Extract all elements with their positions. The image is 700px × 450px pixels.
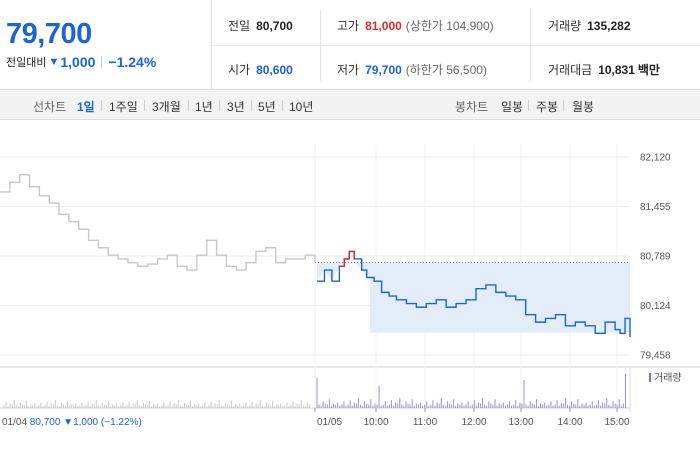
below-reference-fill bbox=[370, 262, 630, 333]
chart-period-tabbar: 선차트 1일 1주일 3개월 1년 3년 5년 10년 봉차트 일봉 주봉 월봉 bbox=[0, 90, 700, 120]
x-tick-label: 12:00 bbox=[461, 417, 486, 428]
volume-legend-swatch bbox=[649, 373, 651, 382]
change-label: 전일대비 bbox=[6, 57, 47, 69]
stat-label: 고가 bbox=[337, 19, 360, 33]
stat-value: 135,282 bbox=[587, 19, 631, 33]
current-price: 79,700 bbox=[6, 18, 92, 50]
volume-legend: 거래량 bbox=[649, 372, 682, 384]
stat-value: 81,000 bbox=[365, 19, 402, 33]
stat-label: 거래량 bbox=[548, 19, 582, 33]
tab-3months[interactable]: 3개월 bbox=[152, 98, 181, 115]
candle-chart-label: 봉차트 bbox=[455, 100, 489, 114]
tab-1day[interactable]: 1일 bbox=[77, 98, 95, 115]
quote-header: 79,700 전일대비 ▼ 1,000 −1.24% 전일 80,700 고가 … bbox=[0, 0, 700, 90]
x-tick-label: 15:00 bbox=[604, 417, 629, 428]
stat-label: 저가 bbox=[337, 63, 360, 77]
tab-divider bbox=[144, 100, 145, 111]
change-value: 1,000 bbox=[60, 54, 96, 70]
y-tick-label: 82,120 bbox=[640, 153, 671, 164]
stat-value: 80,600 bbox=[256, 63, 293, 77]
y-tick-label: 79,458 bbox=[640, 351, 671, 362]
x-tick-label: 13:00 bbox=[508, 417, 533, 428]
stat-low: 저가 79,700 (하한가 56,500) bbox=[337, 61, 487, 78]
stat-value: 80,700 bbox=[256, 19, 293, 33]
current-price-box: 79,700 전일대비 ▼ 1,000 −1.24% bbox=[0, 0, 212, 90]
tab-divider bbox=[101, 100, 102, 111]
x-tick-label: 01/05 bbox=[317, 417, 342, 428]
y-axis-ticks: 82,120 81,455 80,789 80,124 79,458 bbox=[640, 153, 671, 362]
x-tick-label: 10:00 bbox=[363, 417, 388, 428]
tab-3years[interactable]: 3년 bbox=[227, 98, 245, 115]
x-tick-label: 11:00 bbox=[413, 417, 438, 428]
stat-label: 시가 bbox=[228, 63, 251, 77]
tab-monthly-candle[interactable]: 월봉 bbox=[572, 98, 594, 115]
tab-divider bbox=[563, 100, 564, 111]
tab-divider bbox=[219, 100, 220, 111]
change-percent: −1.24% bbox=[108, 54, 157, 70]
stat-unit: 백만 bbox=[637, 63, 660, 77]
change-divider bbox=[101, 56, 103, 68]
prev-day-percent: (−1.22%) bbox=[98, 417, 142, 428]
intraday-price-chart[interactable]: 82,120 81,455 80,789 80,124 79,458 01/05 10:0… bbox=[0, 120, 700, 450]
x-tick-label: 14:00 bbox=[557, 417, 582, 428]
stat-open: 시가 80,600 bbox=[228, 61, 293, 78]
tab-divider bbox=[251, 100, 252, 111]
tab-divider bbox=[282, 100, 283, 111]
x-axis-ticks: 01/05 10:00 11:00 12:00 13:00 14:00 15:00 bbox=[314, 408, 630, 428]
y-tick-label: 80,124 bbox=[640, 301, 671, 312]
prev-day-change: 1,000 bbox=[73, 417, 98, 428]
prev-day-summary: 01/04 80,700 ▼1,000 (−1.22%) bbox=[2, 417, 142, 428]
tab-1week[interactable]: 1주일 bbox=[109, 98, 138, 115]
stat-lower-limit: (하한가 56,500) bbox=[405, 63, 487, 77]
tab-5years[interactable]: 5년 bbox=[258, 98, 276, 115]
stat-row-divider bbox=[212, 45, 700, 46]
stat-upper-limit: (상한가 104,900) bbox=[405, 19, 494, 33]
stat-volume: 거래량 135,282 bbox=[548, 17, 631, 34]
volume-legend-label: 거래량 bbox=[654, 372, 682, 384]
stat-label: 거래대금 bbox=[548, 63, 593, 77]
y-tick-label: 81,455 bbox=[640, 202, 671, 213]
y-tick-label: 80,789 bbox=[640, 252, 671, 263]
tab-daily-candle[interactable]: 일봉 bbox=[501, 98, 523, 115]
tab-1year[interactable]: 1년 bbox=[195, 98, 213, 115]
tab-divider bbox=[188, 100, 189, 111]
stat-high: 고가 81,000 (상한가 104,900) bbox=[337, 17, 494, 34]
prev-day-summary-text: 01/04 80,700 ▼1,000 (−1.22%) bbox=[2, 417, 142, 428]
tab-divider bbox=[528, 100, 529, 111]
stat-value: 10,831 bbox=[598, 63, 635, 77]
line-chart-label: 선차트 bbox=[33, 100, 67, 114]
prev-day-price: 80,700 bbox=[27, 417, 61, 428]
down-arrow-icon: ▼ bbox=[48, 56, 60, 68]
stat-amount: 거래대금 10,831 백만 bbox=[548, 61, 660, 78]
tab-10years[interactable]: 10년 bbox=[289, 98, 313, 115]
tab-weekly-candle[interactable]: 주봉 bbox=[536, 98, 558, 115]
stat-label: 전일 bbox=[228, 19, 251, 33]
stat-prev-close: 전일 80,700 bbox=[228, 17, 293, 34]
change-row: 전일대비 ▼ 1,000 −1.24% bbox=[6, 54, 156, 70]
prev-day-date: 01/04 bbox=[2, 417, 27, 428]
stat-value: 79,700 bbox=[365, 63, 402, 77]
down-arrow-icon: ▼ bbox=[60, 417, 73, 428]
